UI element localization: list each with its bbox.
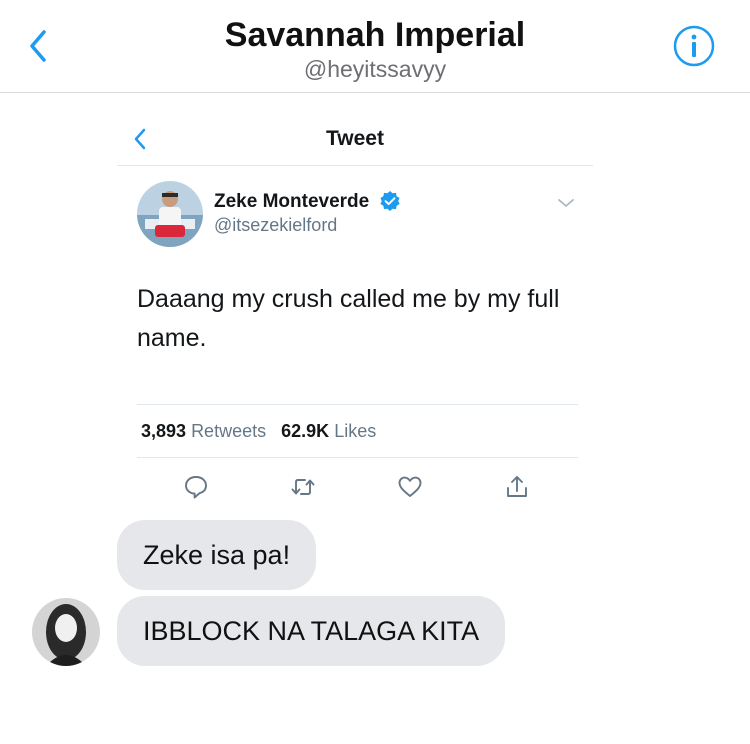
contact-name: Savannah Imperial xyxy=(224,16,526,54)
tweet-text: Daaang my crush called me by my full nam… xyxy=(137,285,560,352)
verified-badge-icon xyxy=(380,191,400,211)
divider xyxy=(117,165,593,166)
share-icon xyxy=(507,476,527,497)
divider xyxy=(137,457,578,458)
retweet-button[interactable] xyxy=(290,474,316,500)
like-icon xyxy=(398,476,422,497)
info-circle-icon xyxy=(673,25,715,67)
author-avatar[interactable] xyxy=(137,181,203,247)
tweet-options-button[interactable] xyxy=(557,196,575,210)
share-button[interactable] xyxy=(504,474,530,500)
retweets-stat[interactable]: 3,893 Retweets xyxy=(141,421,266,441)
likes-stat[interactable]: 62.9K Likes xyxy=(281,421,376,441)
like-button[interactable] xyxy=(397,474,423,500)
message-bubble[interactable]: Zeke isa pa! xyxy=(117,520,317,590)
message-bubble[interactable]: IBBLOCK NA TALAGA KITA xyxy=(117,596,506,666)
sender-avatar[interactable] xyxy=(32,598,100,666)
retweet-icon xyxy=(291,479,315,495)
shared-tweet-card[interactable]: Tweet Zeke Monteverde @itsezekielford Da… xyxy=(117,112,593,514)
likes-count: 62.9K xyxy=(281,421,330,441)
reply-button[interactable] xyxy=(183,474,209,500)
author-handle: @itsezekielford xyxy=(214,215,338,235)
likes-label: Likes xyxy=(334,421,377,441)
retweets-count: 3,893 xyxy=(141,421,187,441)
divider xyxy=(137,404,578,405)
author-name[interactable]: Zeke Monteverde xyxy=(214,191,369,213)
contact-handle: @heyitssavyy xyxy=(303,56,447,82)
retweets-label: Retweets xyxy=(191,421,267,441)
tweet-nav-title: Tweet xyxy=(326,127,384,150)
chevron-down-icon xyxy=(558,199,574,207)
conversation-header: Savannah Imperial @heyitssavyy xyxy=(0,0,750,93)
reply-icon xyxy=(185,476,207,499)
tweet-stats: 3,893 Retweets 62.9K Likes xyxy=(141,421,376,442)
info-button[interactable] xyxy=(672,24,716,68)
